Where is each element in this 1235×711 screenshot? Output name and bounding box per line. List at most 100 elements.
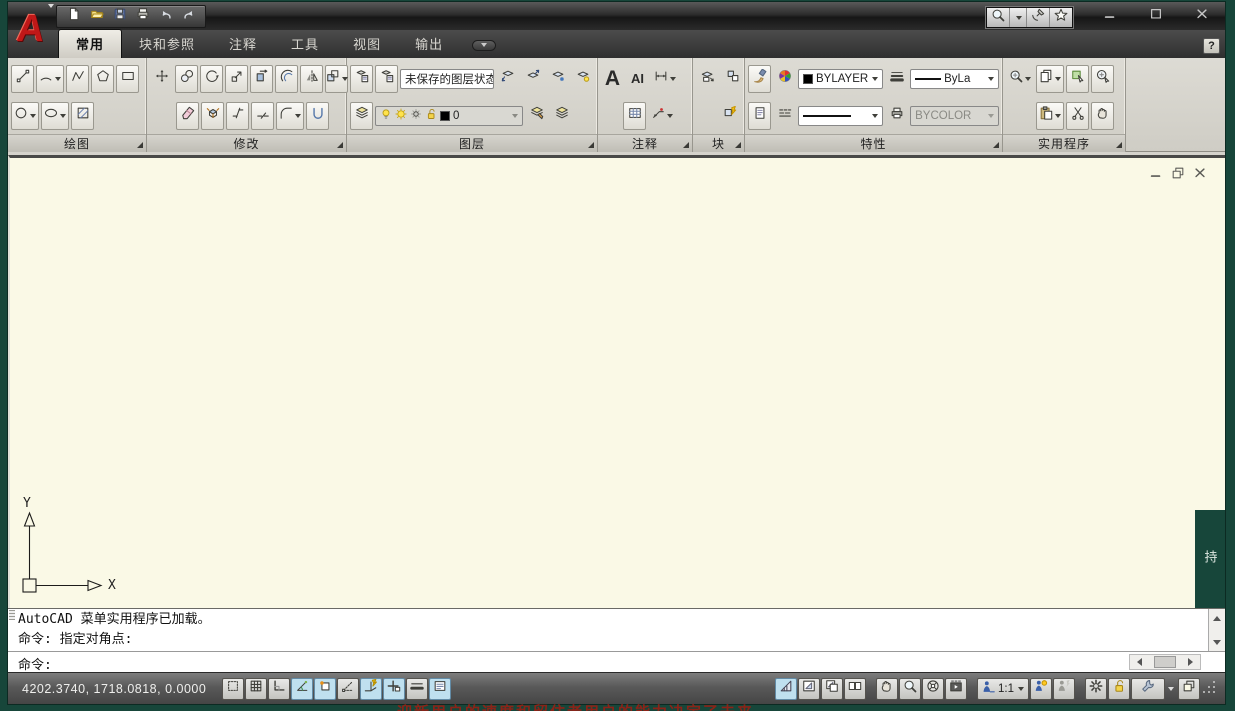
panel-title-draw[interactable]: 绘图 — [8, 134, 146, 152]
command-history[interactable]: AutoCAD 菜单实用程序已加载。 命令: 指定对角点: — [8, 608, 1225, 651]
model-button[interactable] — [775, 678, 797, 700]
undo-button[interactable] — [155, 7, 176, 26]
annotation-autoscale-button[interactable] — [1053, 678, 1075, 700]
tab-view[interactable]: 视图 — [336, 30, 398, 58]
help-button[interactable]: ? — [1203, 38, 1220, 54]
showmotion-button[interactable] — [945, 678, 967, 700]
pan-button[interactable] — [1091, 102, 1114, 130]
dimension-button[interactable] — [651, 65, 679, 93]
layer-states-button[interactable] — [375, 65, 398, 93]
paste-button[interactable] — [1036, 102, 1064, 130]
erase-button[interactable] — [176, 102, 199, 130]
offset-button[interactable] — [275, 65, 298, 93]
lineweight-dropdown[interactable]: ByLa — [910, 69, 999, 89]
close-button[interactable] — [1187, 7, 1217, 26]
linetype-dropdown[interactable] — [798, 106, 883, 126]
panel-expand-icon[interactable] — [735, 142, 741, 148]
command-vertical-scrollbar[interactable] — [1208, 609, 1225, 652]
quick-view-layouts-button[interactable] — [821, 678, 843, 700]
panel-title-annotation[interactable]: 注释 — [598, 134, 692, 152]
scale-button[interactable] — [225, 65, 248, 93]
zoom-extents-button[interactable] — [1006, 65, 1034, 93]
chevron-down-icon[interactable] — [1168, 687, 1174, 694]
rotate-button[interactable] — [200, 65, 223, 93]
annotation-visibility-button[interactable] — [1030, 678, 1052, 700]
status-bar-menu-button[interactable] — [1131, 678, 1165, 700]
layer-unisolate-button[interactable] — [521, 65, 544, 93]
dyn-toggle[interactable] — [383, 678, 405, 700]
hatch-button[interactable] — [71, 102, 94, 130]
properties-list-button[interactable] — [748, 102, 771, 130]
linetype-button[interactable] — [773, 102, 796, 130]
break-at-point-button[interactable] — [226, 102, 249, 130]
tab-annotate[interactable]: 注释 — [212, 30, 274, 58]
mirror-button[interactable] — [300, 65, 323, 93]
layer-previous-button[interactable] — [550, 102, 573, 130]
scroll-down-icon[interactable] — [1213, 640, 1221, 649]
ribbon-minimize-button[interactable] — [472, 40, 496, 51]
drawing-canvas[interactable]: Y X 持 — [8, 155, 1225, 608]
otrack-toggle[interactable] — [337, 678, 359, 700]
match-properties-button[interactable] — [748, 65, 771, 93]
quick-select-button[interactable] — [1066, 65, 1089, 93]
clean-screen-button[interactable] — [1178, 678, 1200, 700]
panel-expand-icon[interactable] — [588, 142, 594, 148]
rectangle-button[interactable] — [116, 65, 139, 93]
cut-button[interactable] — [1066, 102, 1089, 130]
circle-button[interactable] — [11, 102, 39, 130]
new-button[interactable] — [63, 7, 84, 26]
block-editor-button[interactable] — [718, 102, 741, 130]
array-button[interactable] — [325, 65, 348, 93]
panel-title-layers[interactable]: 图层 — [347, 134, 597, 152]
panel-expand-icon[interactable] — [1116, 142, 1122, 148]
resize-grip[interactable] — [1201, 678, 1219, 700]
layer-match-button[interactable] — [525, 102, 548, 130]
tab-blocks-references[interactable]: 块和参照 — [122, 30, 212, 58]
zoom-button[interactable] — [899, 678, 921, 700]
layer-isolate-button[interactable] — [496, 65, 519, 93]
stretch-button[interactable] — [250, 65, 273, 93]
scroll-up-icon[interactable] — [1213, 612, 1221, 621]
ortho-toggle[interactable] — [268, 678, 290, 700]
application-menu-button[interactable]: A — [8, 2, 54, 56]
line-button[interactable] — [11, 65, 34, 93]
osnap-toggle[interactable] — [314, 678, 336, 700]
panel-title-properties[interactable]: 特性 — [745, 134, 1002, 152]
lineweight-button[interactable] — [885, 65, 908, 93]
plot-style-dropdown[interactable]: BYCOLOR — [910, 106, 999, 126]
layer-freeze-button[interactable] — [546, 65, 569, 93]
toolbar-lock-button[interactable] — [1108, 678, 1130, 700]
communication-center-button[interactable] — [1027, 8, 1050, 27]
workspace-switching-button[interactable] — [1085, 678, 1107, 700]
steering-wheel-button[interactable] — [922, 678, 944, 700]
open-button[interactable] — [86, 7, 107, 26]
scrollbar-thumb[interactable] — [1154, 656, 1176, 668]
layer-properties-button[interactable] — [350, 102, 373, 130]
scroll-right-icon[interactable] — [1188, 658, 1197, 666]
insert-block-button[interactable] — [696, 65, 719, 93]
favorites-button[interactable] — [1050, 8, 1072, 27]
command-input[interactable]: 命令: — [8, 651, 1225, 672]
drawing-minimize-button[interactable] — [1149, 166, 1163, 185]
plot-button[interactable] — [132, 7, 153, 26]
layer-off-button[interactable] — [571, 65, 594, 93]
table-button[interactable] — [623, 102, 646, 130]
copy-clip-button[interactable] — [1036, 65, 1064, 93]
explode-button[interactable] — [201, 102, 224, 130]
grid-toggle[interactable] — [245, 678, 267, 700]
panel-expand-icon[interactable] — [337, 142, 343, 148]
color-dropdown[interactable]: BYLAYER — [798, 69, 883, 89]
quick-properties-toggle[interactable] — [429, 678, 451, 700]
annotation-scale-button[interactable]: 1:1 — [977, 678, 1029, 700]
search-button[interactable] — [987, 8, 1010, 27]
quick-calc-button[interactable] — [1091, 65, 1114, 93]
panel-expand-icon[interactable] — [137, 142, 143, 148]
drawing-restore-button[interactable] — [1171, 166, 1185, 185]
tab-home[interactable]: 常用 — [58, 29, 122, 58]
lineweight-toggle[interactable] — [406, 678, 428, 700]
layer-state-dropdown[interactable]: 未保存的图层状态 — [400, 69, 494, 89]
layout-button[interactable] — [798, 678, 820, 700]
polar-toggle[interactable] — [291, 678, 313, 700]
plot-style-button[interactable] — [885, 102, 908, 130]
layer-translate-button[interactable] — [350, 65, 373, 93]
